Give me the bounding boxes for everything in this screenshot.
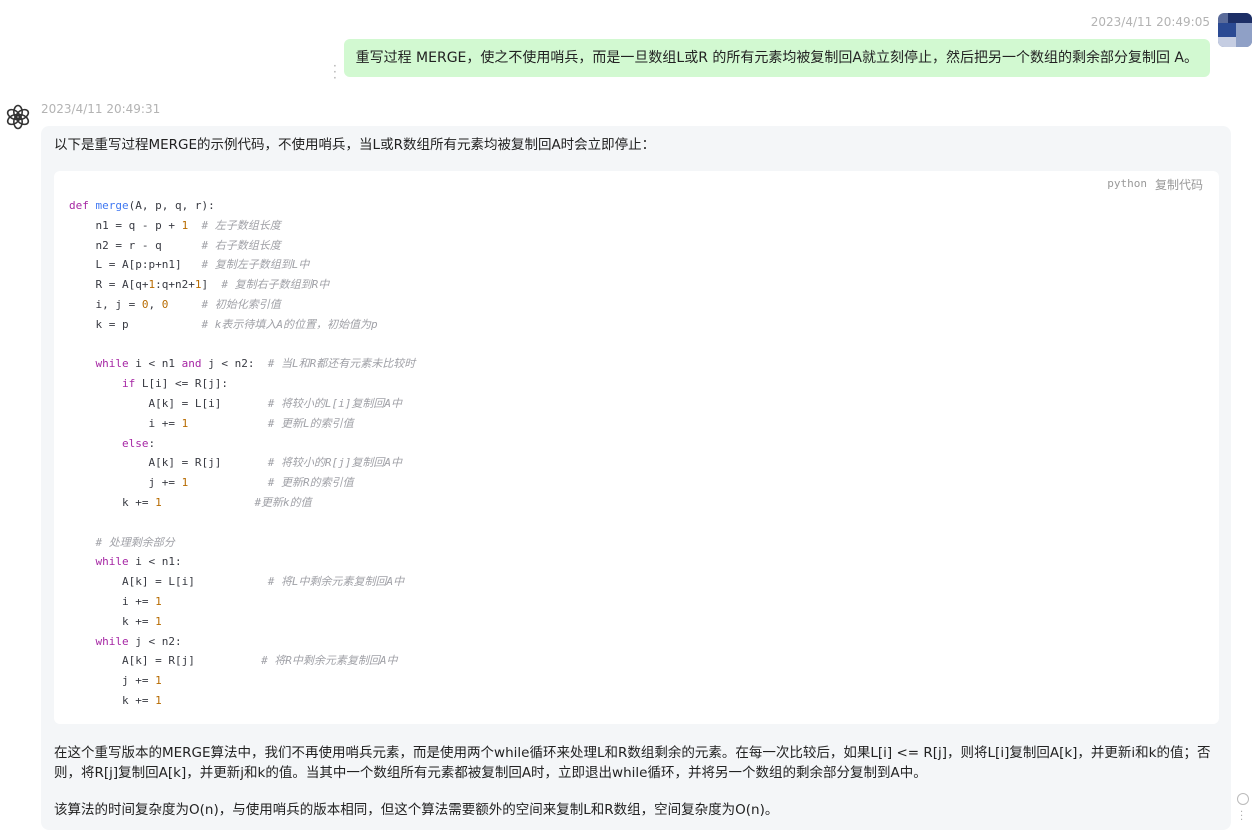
code-line: A[k] = L[i] # 将较小的L[i]复制回A中 <box>69 396 403 410</box>
code-line: i += 1 # 更新L的索引值 <box>69 416 354 430</box>
code-line: k += 1 #更新k的值 <box>69 495 312 509</box>
code-line: L = A[p:p+n1] # 复制左子数组到L中 <box>69 258 310 272</box>
circle-icon[interactable] <box>1237 793 1249 805</box>
code-language-label: python <box>1107 177 1147 190</box>
code-line: k += 1 <box>69 614 162 628</box>
user-message-bubble: 重写过程 MERGE，使之不使用哨兵，而是一旦数组L或R 的所有元素均被复制回A… <box>343 39 1210 77</box>
code-line: k = p # k表示待填入A的位置，初始值为p <box>69 317 378 331</box>
more-options-icon[interactable]: · · · <box>333 60 337 84</box>
code-line: j += 1 # 更新R的索引值 <box>69 476 354 490</box>
code-line: # 处理剩余部分 <box>95 535 175 549</box>
code-line: A[k] = L[i] # 将L中剩余元素复制回A中 <box>69 575 405 589</box>
code-line: while i < n1 and j < n2: # 当L和R都还有元素未比较时 <box>95 357 416 371</box>
bot-explanation-paragraph: 在这个重写版本的MERGE算法中，我们不再使用哨兵元素，而是使用两个while循… <box>54 745 1211 781</box>
copy-code-button[interactable]: 复制代码 <box>1155 176 1203 193</box>
code-line: i += 1 <box>69 594 162 608</box>
user-avatar-icon <box>1218 13 1252 47</box>
code-line: R = A[q+1:q+n2+1] # 复制右子数组到R中 <box>69 278 330 292</box>
code-line: A[k] = R[j] # 将R中剩余元素复制回A中 <box>69 654 398 668</box>
more-options-icon[interactable]: · · · <box>1237 808 1249 826</box>
code-line: def merge(A, p, q, r): <box>69 199 215 212</box>
bot-message-timestamp: 2023/4/11 20:49:31 <box>41 102 161 116</box>
user-message-timestamp: 2023/4/11 20:49:05 <box>1090 15 1210 29</box>
side-actions: · · · <box>1237 793 1249 826</box>
code-line: i, j = 0, 0 # 初始化索引值 <box>69 297 281 311</box>
code-line: while j < n2: <box>95 634 182 648</box>
code-content: def merge(A, p, q, r): n1 = q - p + 1 # … <box>69 196 415 711</box>
code-line: while i < n1: <box>95 555 182 569</box>
openai-logo-icon <box>4 103 32 131</box>
bot-complexity-paragraph: 该算法的时间复杂度为O(n)，与使用哨兵的版本相同，但这个算法需要额外的空间来复… <box>54 802 779 818</box>
code-line: n2 = r - q # 右子数组长度 <box>69 238 281 252</box>
code-line: k += 1 <box>69 693 162 707</box>
bot-message-bubble: 以下是重写过程MERGE的示例代码，不使用哨兵，当L或R数组所有元素均被复制回A… <box>41 126 1231 830</box>
code-line: A[k] = R[j] # 将较小的R[j]复制回A中 <box>69 456 403 470</box>
code-block: python 复制代码 def merge(A, p, q, r): n1 = … <box>54 171 1219 724</box>
code-line: n1 = q - p + 1 # 左子数组长度 <box>69 218 281 232</box>
bot-intro-text: 以下是重写过程MERGE的示例代码，不使用哨兵，当L或R数组所有元素均被复制回A… <box>54 137 656 153</box>
code-line: if L[i] <= R[j]: <box>121 377 228 391</box>
code-line: j += 1 <box>69 674 162 688</box>
code-line: else: <box>121 436 156 450</box>
